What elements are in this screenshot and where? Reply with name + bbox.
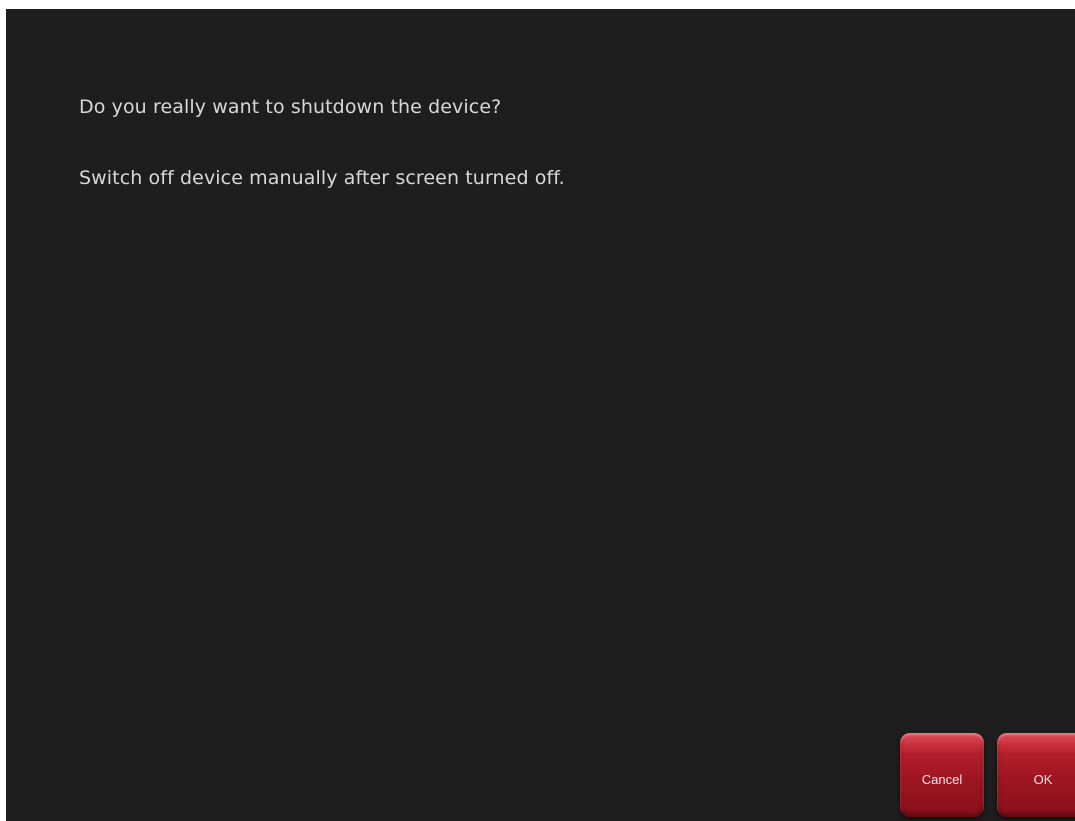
cancel-button[interactable]: Cancel [900,733,984,817]
shutdown-question: Do you really want to shutdown the devic… [79,96,502,118]
ok-button[interactable]: OK [997,733,1075,817]
shutdown-dialog: Do you really want to shutdown the devic… [6,9,1075,821]
shutdown-instruction: Switch off device manually after screen … [79,167,565,189]
